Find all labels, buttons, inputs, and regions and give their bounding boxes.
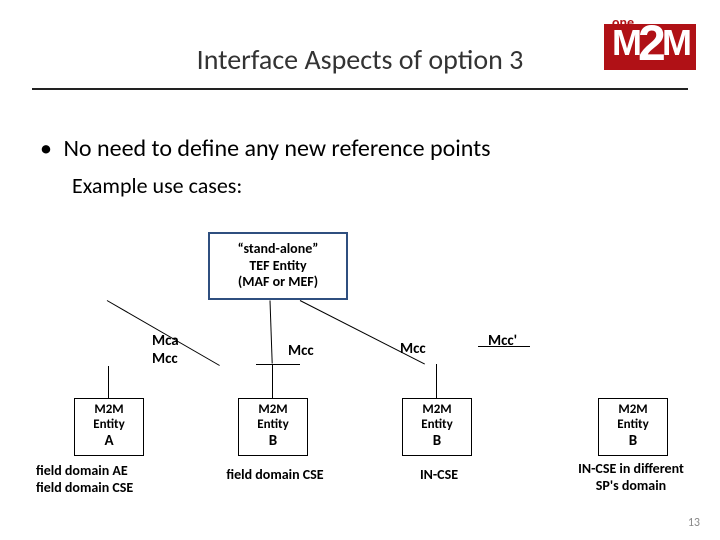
entity-b3-box: M2M Entity B [598,398,668,456]
sub-bullet: Example use cases: [72,172,242,199]
entity-a-sfx: A [104,433,113,450]
title-row: Interface Aspects of option 3 [0,42,720,83]
entity-b1-box: M2M Entity B [238,398,308,456]
page-number: 13 [688,516,700,530]
line-v-b1 [272,364,273,398]
bullet-text: No need to define any new reference poin… [63,134,490,163]
entity-a-l2: Entity [93,418,124,433]
slide-title: Interface Aspects of option 3 [0,42,720,83]
tef-line3: (MAF or MEF) [238,274,318,291]
entity-b3-l2: Entity [617,418,648,433]
caption-b3: IN-CSE in different SP's domain [556,460,706,494]
entity-b1-l2: Entity [257,418,288,433]
entity-b2-box: M2M Entity B [402,398,472,456]
entity-b1-l1: M2M [258,403,287,418]
line-tef-b1 [270,300,273,363]
tef-entity-box: “stand-alone” TEF Entity (MAF or MEF) [208,232,348,300]
caption-a1: field domain AE [36,462,206,479]
caption-b3b: SP's domain [556,477,706,494]
entity-a-l1: M2M [94,403,123,418]
label-mcc-prime: Mcc' [488,332,517,350]
line-v-a [108,366,109,398]
line-v-b2 [436,364,437,398]
slide: one M 2 M Interface Aspects of option 3 … [0,0,720,540]
line-mcc-h1 [256,364,300,365]
caption-a2: field domain CSE [36,479,206,496]
caption-b2: IN-CSE [364,466,514,483]
caption-a: field domain AE field domain CSE [36,462,206,496]
caption-b3a: IN-CSE in different [556,460,706,477]
entity-b1-sfx: B [269,433,277,450]
entity-b2-sfx: B [433,433,441,450]
label-mcc-left: Mcc [152,350,178,368]
entity-b2-l2: Entity [421,418,452,433]
entity-b3-l1: M2M [618,403,647,418]
tef-line2: TEF Entity [249,258,306,275]
label-mcc-mid2: Mcc [400,340,426,358]
label-mca: Mca [152,332,179,350]
title-underline [32,88,688,90]
entity-a-box: M2M Entity A [74,398,144,456]
tef-line1: “stand-alone” [238,241,319,258]
bullet: • No need to define any new reference po… [40,134,491,163]
caption-b1: field domain CSE [200,466,350,483]
entity-b3-sfx: B [629,433,637,450]
bullet-dot: • [40,134,58,163]
entity-b2-l1: M2M [422,403,451,418]
label-mcc-mid1: Mcc [288,342,314,360]
